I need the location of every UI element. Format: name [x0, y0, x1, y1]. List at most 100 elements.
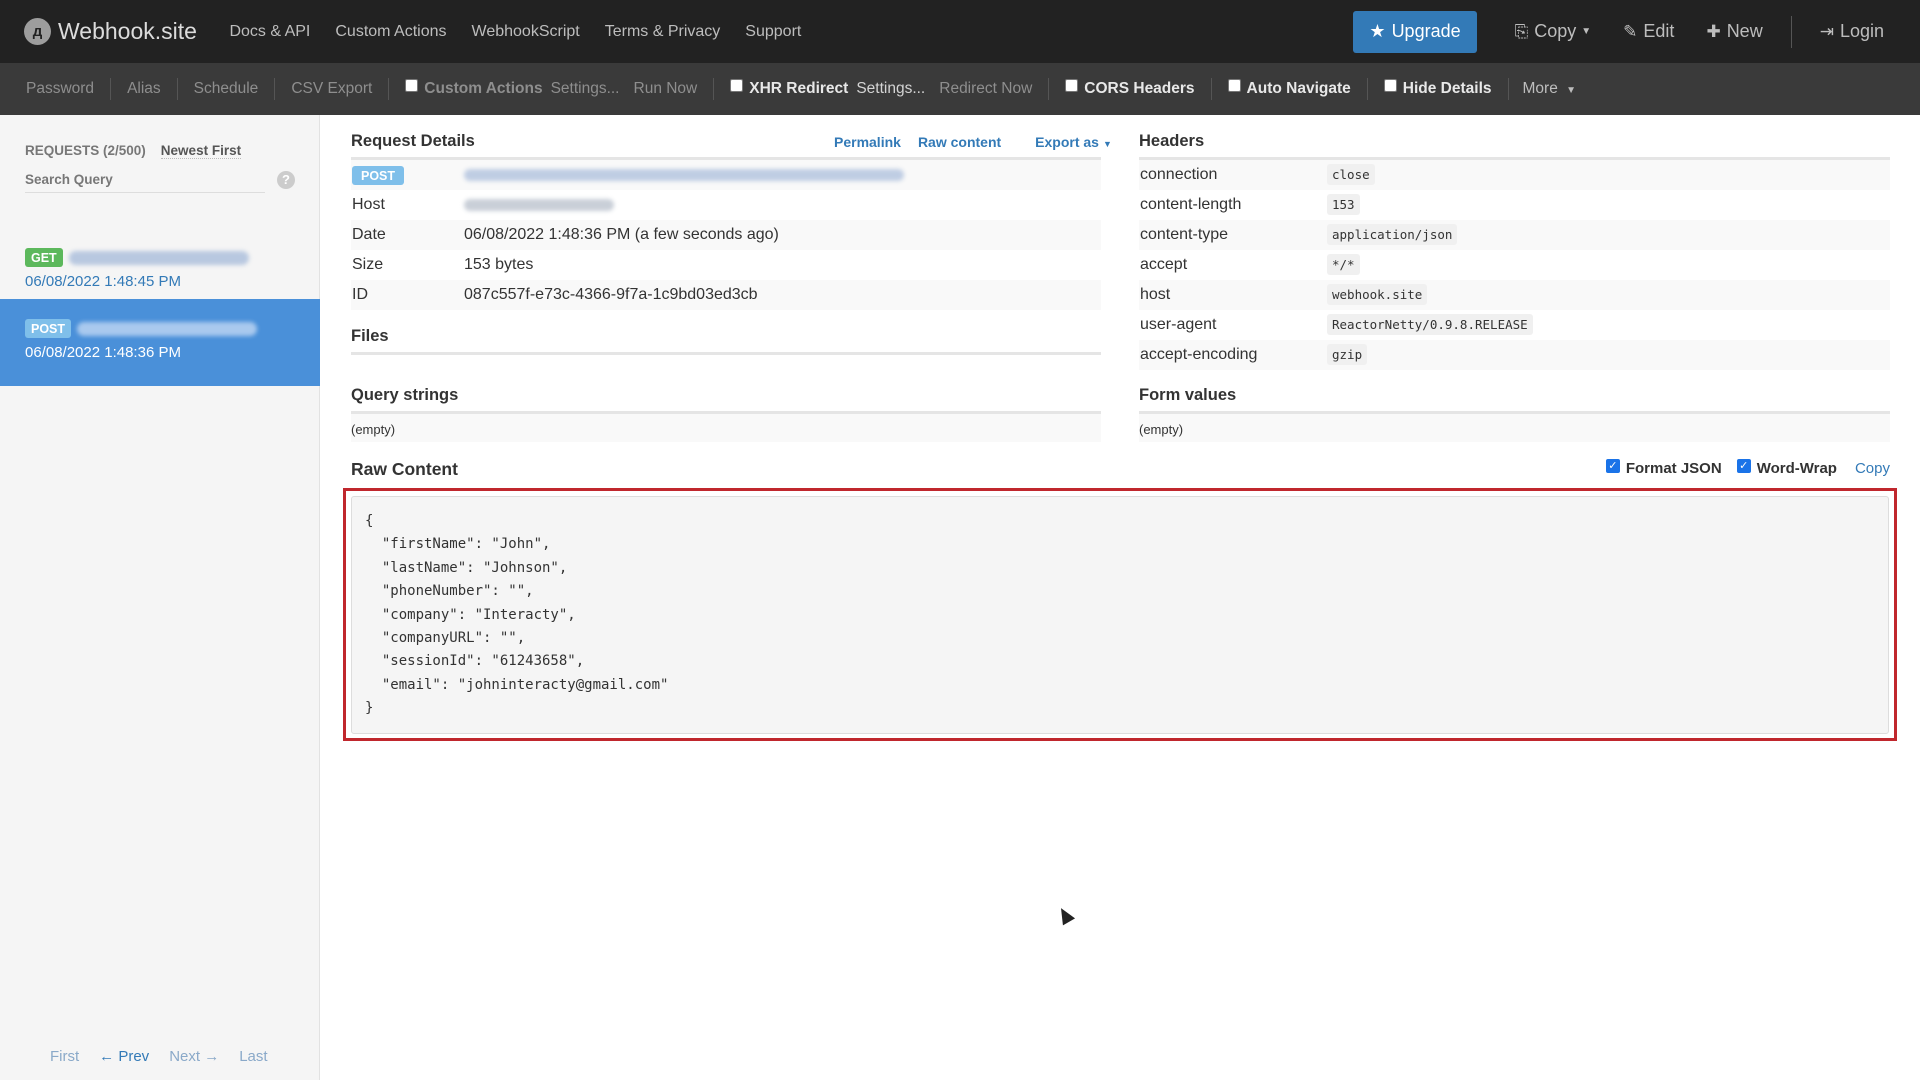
header-key: user-agent	[1140, 316, 1217, 333]
ip-address-redacted	[77, 321, 258, 336]
request-time: 06/08/2022 1:48:45 PM	[25, 273, 181, 290]
row-key: Date	[351, 220, 464, 250]
hide-details-group: Hide Details	[1368, 78, 1509, 100]
requests-header: REQUESTS (2/500) Newest First	[25, 143, 242, 159]
schedule-button[interactable]: Schedule	[178, 78, 276, 100]
edit-icon: ✎	[1623, 21, 1638, 41]
header-key: accept	[1140, 256, 1188, 273]
header-value: */*	[1327, 254, 1360, 275]
headers-title: Headers	[1139, 132, 1205, 150]
nav-link-terms[interactable]: Terms & Privacy	[592, 23, 733, 41]
hide-details-label: Hide Details	[1402, 80, 1492, 97]
nav-divider	[1790, 15, 1792, 48]
new-button[interactable]: ✚ New	[1706, 21, 1762, 42]
row-key: ID	[351, 280, 464, 310]
raw-content-options: ✓ Format JSON ✓ Word-Wrap Copy	[1591, 458, 1890, 477]
empty-row	[351, 414, 1101, 442]
star-icon: ★	[1369, 21, 1386, 41]
login-button[interactable]: ⇥ Login	[1820, 21, 1884, 42]
word-wrap-toggle[interactable]: ✓ Word-Wrap	[1736, 458, 1837, 477]
copy-raw-button[interactable]: Copy	[1855, 460, 1890, 477]
raw-content-body[interactable]: { "firstName": "John", "lastName": "John…	[351, 496, 1889, 734]
table-row: Host	[351, 190, 1101, 220]
xhr-redirect-checkbox[interactable]	[730, 78, 744, 92]
copy-button[interactable]: ⎘ Copy ▼	[1515, 21, 1592, 42]
custom-actions-checkbox[interactable]	[405, 78, 419, 92]
custom-actions-settings[interactable]: Settings...	[551, 80, 620, 98]
method-badge: POST	[25, 319, 72, 338]
header-value-cell: webhook.site	[1327, 280, 1890, 310]
query-strings-title: Query strings	[351, 386, 459, 404]
nav-link-custom-actions[interactable]: Custom Actions	[323, 23, 459, 41]
auto-navigate-label: Auto Navigate	[1246, 80, 1351, 97]
row-value: 06/08/2022 1:48:36 PM (a few seconds ago…	[464, 220, 1101, 250]
csv-export-button[interactable]: CSV Export	[275, 78, 390, 100]
more-menu-button[interactable]: More ▼	[1523, 80, 1577, 98]
webhook-logo-icon: д	[24, 18, 51, 45]
alias-button[interactable]: Alias	[111, 78, 178, 100]
chevron-down-icon: ▼	[1566, 85, 1577, 96]
nav-link-webhookscript[interactable]: WebhookScript	[459, 23, 592, 41]
header-value-cell: ReactorNetty/0.9.8.RELEASE	[1327, 310, 1890, 340]
sort-order-toggle[interactable]: Newest First	[160, 143, 242, 159]
permalink-link[interactable]: Permalink	[834, 134, 901, 150]
header-key: host	[1139, 280, 1327, 310]
hide-details-checkbox[interactable]	[1383, 78, 1397, 92]
nav-link-docs[interactable]: Docs & API	[217, 23, 323, 41]
header-value: webhook.site	[1327, 284, 1428, 305]
raw-content-title: Raw Content	[351, 459, 458, 479]
header-key: connection	[1139, 160, 1327, 190]
chevron-down-icon: ▼	[1581, 26, 1592, 37]
url-redacted[interactable]	[464, 168, 904, 181]
page-first[interactable]: First	[50, 1048, 79, 1065]
hide-details-toggle[interactable]: Hide Details	[1383, 78, 1492, 98]
requests-count: REQUESTS (2/500)	[25, 143, 146, 158]
nav-link-support[interactable]: Support	[733, 23, 814, 41]
top-navbar: д Webhook.site Docs & API Custom Actions…	[0, 0, 1920, 63]
redirect-now-button[interactable]: Redirect Now	[939, 80, 1032, 98]
request-list-item-selected[interactable]: POST 06/08/2022 1:48:36 PM	[0, 299, 320, 386]
word-wrap-label: Word-Wrap	[1756, 460, 1837, 477]
cors-headers-toggle[interactable]: CORS Headers	[1065, 78, 1195, 98]
chevron-down-icon: ▼	[1102, 139, 1112, 149]
header-key: content-type	[1139, 220, 1327, 250]
auto-navigate-toggle[interactable]: Auto Navigate	[1227, 78, 1351, 98]
copy-label: Copy	[1534, 21, 1577, 41]
method-badge: GET	[25, 248, 63, 267]
page-last[interactable]: Last	[239, 1048, 267, 1065]
page-prev[interactable]: ← Prev	[99, 1048, 149, 1065]
help-icon[interactable]: ?	[277, 171, 295, 189]
cors-headers-checkbox[interactable]	[1065, 78, 1079, 92]
xhr-redirect-toggle[interactable]: XHR Redirect	[730, 78, 848, 98]
sidebar: REQUESTS (2/500) Newest First Search Que…	[0, 115, 320, 1080]
checkbox-checked-icon[interactable]: ✓	[1605, 458, 1620, 473]
format-json-toggle[interactable]: ✓ Format JSON	[1605, 458, 1722, 477]
search-input[interactable]: Search Query	[25, 169, 265, 193]
edit-button[interactable]: ✎ Edit	[1623, 21, 1674, 42]
url-cell	[464, 160, 1101, 190]
request-details-links: Permalink Raw content Export as ▼	[817, 134, 1112, 150]
run-now-button[interactable]: Run Now	[634, 80, 698, 98]
upgrade-label: Upgrade	[1391, 21, 1461, 41]
row-value	[464, 190, 1101, 220]
table-row: Date 06/08/2022 1:48:36 PM (a few second…	[351, 220, 1101, 250]
xhr-settings[interactable]: Settings...	[856, 80, 925, 98]
header-value-cell: gzip	[1327, 340, 1890, 370]
raw-content-link[interactable]: Raw content	[918, 134, 1001, 150]
page-next[interactable]: Next →	[169, 1048, 219, 1065]
files-title: Files	[351, 327, 389, 345]
request-details-title: Request Details	[351, 132, 475, 150]
brand[interactable]: д Webhook.site	[24, 18, 197, 45]
password-button[interactable]: Password	[10, 78, 112, 100]
export-as-dropdown[interactable]: Export as ▼	[1018, 134, 1112, 150]
request-details-table: POST Host Date 06/08/2022 1:48:36 PM (a …	[351, 160, 1101, 310]
host-redacted	[464, 198, 614, 211]
login-label: Login	[1839, 21, 1884, 41]
empty-row	[1139, 414, 1890, 442]
custom-actions-toggle[interactable]: Custom Actions	[405, 78, 543, 98]
header-key: accept-encoding	[1139, 340, 1327, 370]
table-row: content-type application/json	[1139, 220, 1890, 250]
upgrade-button[interactable]: ★ Upgrade	[1353, 10, 1477, 53]
auto-navigate-checkbox[interactable]	[1227, 78, 1241, 92]
checkbox-checked-icon[interactable]: ✓	[1736, 458, 1751, 473]
